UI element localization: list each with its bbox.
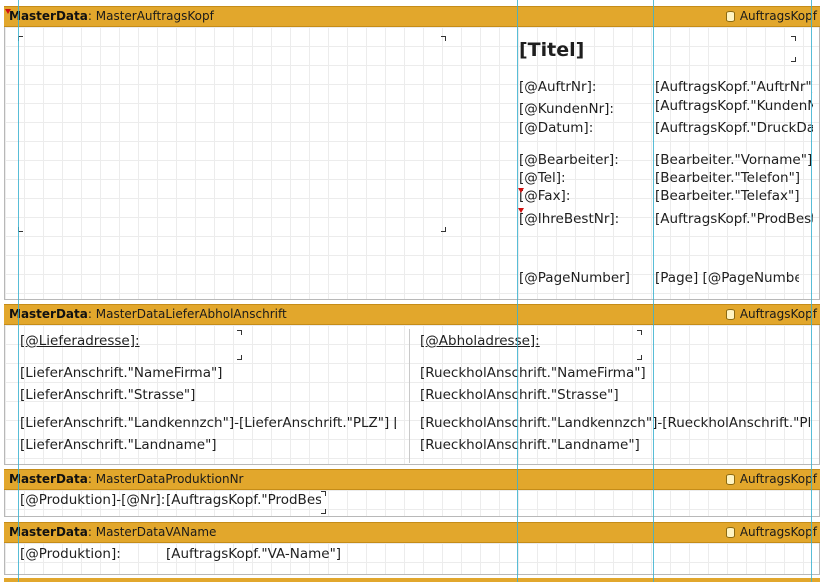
panel-corner: [237, 330, 242, 335]
vaname-value[interactable]: [AuftragsKopf."VA-Name"]: [166, 546, 341, 563]
liefer-landkennzch-plz[interactable]: [LieferAnschrift."Landkennzch"]-[LieferA…: [20, 415, 396, 432]
report-title-field[interactable]: [Titel]: [519, 39, 584, 61]
band-title: MasterData: MasterDataProduktionNr: [9, 472, 244, 486]
label-ihrebestnr[interactable]: [@IhreBestNr]:: [519, 211, 619, 228]
panel-corner: [237, 355, 242, 360]
abhol-namefirma[interactable]: [RueckholAnschrift."NameFirma"]: [420, 365, 810, 382]
label-fax[interactable]: [@Fax]:: [519, 188, 570, 205]
alignment-guide: [811, 0, 812, 582]
liefer-landname[interactable]: [LieferAnschrift."Landname"]: [20, 437, 396, 454]
value-pagenumber[interactable]: [Page] [@PageNumbe: [655, 270, 799, 287]
liefer-strasse[interactable]: [LieferAnschrift."Strasse"]: [20, 387, 396, 404]
database-icon: [725, 11, 735, 22]
label-tel[interactable]: [@Tel]:: [519, 170, 566, 187]
column-separator: [409, 329, 410, 463]
band-header-auftragskopf[interactable]: MasterData: MasterAuftragsKopf AuftragsK…: [4, 6, 820, 27]
band-body-auftragskopf[interactable]: [Titel] [@AuftrNr]: [@KundenNr]: [@Datum…: [4, 27, 820, 300]
label-kundennr[interactable]: [@KundenNr]:: [519, 101, 614, 118]
liefer-namefirma[interactable]: [LieferAnschrift."NameFirma"]: [20, 365, 396, 382]
band-title: MasterData: MasterDataLieferAbholAnschri…: [9, 307, 287, 321]
band-title: MasterData: MasterAuftragsKopf: [9, 9, 214, 23]
database-icon: [725, 527, 735, 538]
panel-corner: [791, 36, 796, 41]
band-title: MasterData: MasterDataVAName: [9, 525, 217, 539]
event-marker-icon: [5, 9, 11, 14]
band-datasource: AuftragsKopf: [725, 523, 817, 542]
database-icon: [725, 309, 735, 320]
band-datasource: AuftragsKopf: [725, 305, 817, 324]
band-header-produktionnr[interactable]: MasterData: MasterDataProduktionNr Auftr…: [4, 469, 820, 490]
abhol-address-header[interactable]: [@Abholadresse]:: [420, 333, 540, 350]
alignment-guide: [18, 0, 19, 582]
abhol-landname[interactable]: [RueckholAnschrift."Landname"]: [420, 437, 810, 454]
panel-corner: [321, 509, 326, 514]
band-header-liefer-abhol[interactable]: MasterData: MasterDataLieferAbholAnschri…: [4, 304, 820, 325]
value-auftrnr[interactable]: [AuftragsKopf."AuftrNr"]: [655, 79, 813, 96]
band-body-produktionnr[interactable]: [@Produktion]-[@Nr]: [AuftragsKopf."Prod…: [4, 490, 820, 517]
produktion-nr-value[interactable]: [AuftragsKopf."ProdBest: [166, 492, 321, 509]
value-kundennr[interactable]: [AuftragsKopf."KundenN: [655, 98, 813, 115]
event-marker-icon: [518, 188, 524, 193]
label-pagenumber[interactable]: [@PageNumber]: [519, 270, 644, 287]
value-bearbeiter-telefon[interactable]: [Bearbeiter."Telefon"]: [655, 170, 813, 187]
panel-corner: [441, 36, 446, 41]
value-bearbeiter-telefax[interactable]: [Bearbeiter."Telefax"]: [655, 188, 813, 205]
abhol-strasse[interactable]: [RueckholAnschrift."Strasse"]: [420, 387, 810, 404]
value-bearbeiter-vorname[interactable]: [Bearbeiter."Vorname"]: [655, 152, 813, 169]
panel-corner: [321, 491, 326, 496]
alignment-guide: [517, 0, 518, 582]
panel-corner: [791, 57, 796, 62]
label-datum[interactable]: [@Datum]:: [519, 120, 593, 137]
produktion-nr-label[interactable]: [@Produktion]-[@Nr]:: [20, 492, 165, 509]
abhol-landkennzch-plz[interactable]: [RueckholAnschrift."Landkennzch"]-[Rueck…: [420, 415, 810, 432]
value-datum[interactable]: [AuftragsKopf."DruckDat: [655, 120, 813, 137]
panel-corner: [637, 330, 642, 335]
panel-corner: [637, 355, 642, 360]
panel-corner: [441, 227, 446, 232]
label-auftrnr[interactable]: [@AuftrNr]:: [519, 79, 596, 96]
event-marker-icon: [518, 208, 524, 213]
band-body-vaname[interactable]: [@Produktion]: [AuftragsKopf."VA-Name"]: [4, 543, 820, 575]
next-band-header-edge: [4, 578, 820, 582]
band-datasource: AuftragsKopf: [725, 470, 817, 489]
band-header-vaname[interactable]: MasterData: MasterDataVAName AuftragsKop…: [4, 522, 820, 543]
value-ihrebestnr[interactable]: [AuftragsKopf."ProdBest: [655, 211, 813, 228]
database-icon: [725, 474, 735, 485]
alignment-guide: [653, 0, 654, 582]
label-bearbeiter[interactable]: [@Bearbeiter]:: [519, 152, 619, 169]
band-body-liefer-abhol[interactable]: [@Lieferadresse]: [LieferAnschrift."Name…: [4, 325, 820, 465]
vaname-label[interactable]: [@Produktion]:: [20, 546, 121, 563]
liefer-address-header[interactable]: [@Lieferadresse]:: [20, 333, 140, 350]
band-datasource: AuftragsKopf: [725, 7, 817, 26]
